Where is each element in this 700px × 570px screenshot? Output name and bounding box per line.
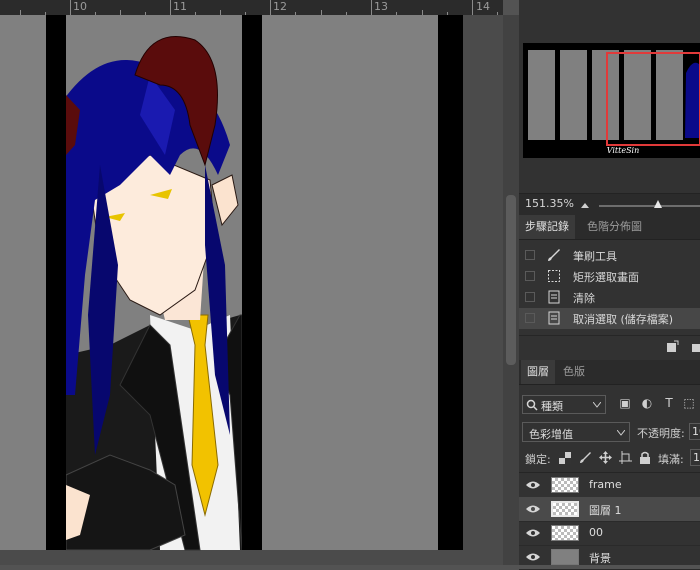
layer-row-selected[interactable]: 圖層 1 [519, 497, 700, 522]
blend-mode-label: 色彩增值 [529, 428, 573, 441]
eye-icon[interactable] [526, 527, 540, 539]
lock-row: 鎖定: 填滿: 10 [519, 446, 700, 470]
lock-position-icon[interactable] [599, 451, 612, 464]
layer-name[interactable]: 00 [589, 526, 603, 539]
grey-panel [262, 15, 438, 550]
lock-label: 鎖定: [525, 453, 551, 466]
navigator-panel: VitteSin [519, 0, 700, 215]
history-snapshot-checkbox[interactable] [525, 250, 535, 260]
eye-icon[interactable] [526, 551, 540, 563]
layers-tabbar: 圖層 色版 [519, 360, 700, 385]
history-footer [519, 335, 700, 358]
signature-text: VitteSin [607, 146, 640, 155]
history-snapshot-checkbox[interactable] [525, 271, 535, 281]
tab-channels[interactable]: 色版 [557, 360, 591, 384]
eye-icon[interactable] [526, 479, 540, 491]
layer-kind-filter-select[interactable]: 種類 [522, 395, 606, 414]
chevron-down-icon [593, 402, 601, 408]
right-panels: VitteSin 151.35% 步驟記錄 色階分佈圖 筆刷工具 矩形選取畫面 [519, 0, 700, 570]
layer-filter-row: 種類 ▣ ◐ T ⬚ [519, 392, 700, 416]
ruler-ticks [20, 0, 498, 15]
history-item-label: 筆刷工具 [573, 250, 617, 263]
black-bar [46, 15, 66, 550]
marquee-icon [548, 270, 560, 282]
history-item[interactable]: 清除 [519, 287, 700, 308]
layer-thumbnail [551, 525, 579, 541]
tab-layers[interactable]: 圖層 [521, 360, 555, 384]
layer-thumbnail [551, 477, 579, 493]
horizontal-ruler: 10 11 12 13 14 [0, 0, 503, 16]
lock-transparent-pixels-icon[interactable] [559, 452, 571, 464]
chevron-down-icon [617, 430, 625, 436]
history-item-label: 清除 [573, 292, 595, 305]
layer-name[interactable]: frame [589, 478, 622, 491]
history-item-label: 矩形選取畫面 [573, 271, 639, 284]
navigator-thumbnail[interactable]: VitteSin [523, 43, 700, 158]
tab-history[interactable]: 步驟記錄 [519, 215, 575, 239]
lock-artboard-icon[interactable] [619, 451, 632, 464]
layer-name[interactable]: 圖層 1 [589, 502, 622, 518]
zoom-slider[interactable] [599, 205, 700, 207]
history-list: 筆刷工具 矩形選取畫面 清除 取消選取 (儲存檔案) [519, 240, 700, 335]
history-snapshot-checkbox[interactable] [525, 313, 535, 323]
eye-icon[interactable] [526, 503, 540, 515]
document-icon [548, 290, 560, 304]
zoom-slider-handle[interactable] [653, 199, 663, 211]
black-bar [242, 15, 262, 550]
history-item-label: 取消選取 (儲存檔案) [573, 313, 674, 326]
layer-row[interactable]: frame [519, 473, 700, 498]
document-viewport[interactable] [0, 15, 503, 565]
history-item[interactable]: 矩形選取畫面 [519, 266, 700, 287]
artwork [0, 15, 463, 551]
document-icon [548, 311, 560, 325]
lock-all-icon[interactable] [639, 451, 651, 464]
layer-name[interactable]: 背景 [589, 550, 611, 566]
fill-input[interactable]: 10 [690, 449, 700, 466]
history-item-current[interactable]: 取消選取 (儲存檔案) [519, 308, 700, 329]
fill-label: 填滿: [658, 453, 684, 466]
layer-row[interactable]: 背景 [519, 545, 700, 570]
search-icon [526, 399, 538, 411]
vertical-scrollbar[interactable] [503, 15, 519, 565]
blend-row: 色彩增值 不透明度: 10 [519, 420, 700, 444]
document-canvas-area[interactable]: 10 11 12 13 14 [0, 0, 503, 565]
opacity-input[interactable]: 10 [689, 423, 700, 440]
zoom-out-icon[interactable] [579, 199, 591, 211]
brush-icon [548, 249, 560, 261]
type-layer-filter-icon[interactable]: T [661, 395, 677, 411]
layers-list: frame 圖層 1 00 背景 [519, 472, 700, 570]
new-document-from-state-icon[interactable] [665, 340, 679, 354]
camera-icon[interactable] [691, 340, 700, 354]
shape-layer-filter-icon[interactable]: ⬚ [681, 395, 697, 411]
zoom-row: 151.35% [519, 193, 700, 216]
tab-histogram[interactable]: 色階分佈圖 [581, 215, 648, 239]
layer-thumbnail [551, 501, 579, 517]
blend-mode-select[interactable]: 色彩增值 [522, 422, 630, 442]
history-tabbar: 步驟記錄 色階分佈圖 [519, 215, 700, 240]
adjustment-layer-filter-icon[interactable]: ◐ [639, 395, 655, 411]
layer-row[interactable]: 00 [519, 521, 700, 546]
zoom-level[interactable]: 151.35% [525, 197, 574, 210]
history-item[interactable]: 筆刷工具 [519, 245, 700, 266]
lock-image-pixels-icon[interactable] [579, 451, 592, 464]
scrollbar-thumb[interactable] [506, 195, 516, 365]
opacity-label: 不透明度: [637, 427, 685, 440]
layer-thumbnail [551, 549, 579, 565]
pixel-layer-filter-icon[interactable]: ▣ [617, 395, 633, 411]
history-snapshot-checkbox[interactable] [525, 292, 535, 302]
grey-panel [0, 15, 46, 550]
layer-kind-label: 種類 [541, 400, 563, 413]
